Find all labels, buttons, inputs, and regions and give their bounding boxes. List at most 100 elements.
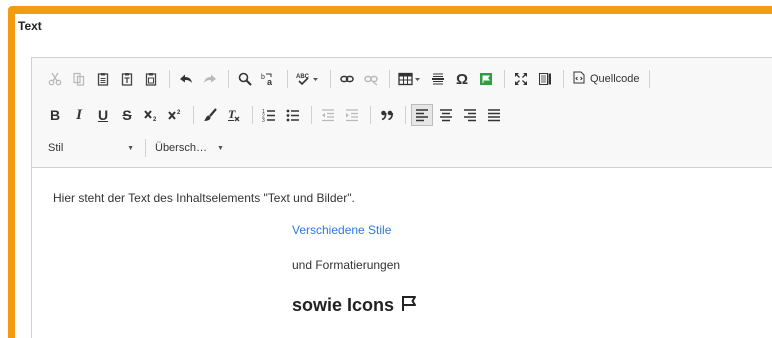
chevron-down-icon: ▼ — [127, 144, 134, 152]
underline-icon: U — [97, 107, 109, 123]
editor-content[interactable]: Hier steht der Text des Inhaltselements … — [32, 168, 772, 338]
horizontal-rule-button[interactable] — [427, 68, 449, 90]
strikethrough-icon: S — [122, 107, 132, 123]
bold-icon: B — [49, 107, 61, 123]
svg-text:b: b — [261, 74, 265, 81]
maximize-button[interactable] — [510, 68, 532, 90]
replace-button[interactable]: ba — [258, 68, 280, 90]
link-button[interactable] — [336, 68, 358, 90]
superscript-icon: 2 — [168, 108, 182, 122]
numbered-list-icon: 123 — [262, 108, 276, 122]
style-dropdown-label: Stil — [48, 142, 64, 154]
blockquote-icon — [380, 108, 394, 122]
style-dropdown[interactable]: Stil ▼ — [44, 137, 140, 159]
align-center-icon — [439, 108, 453, 122]
numbered-list-button[interactable]: 123 — [258, 104, 280, 126]
source-button-label: Quellcode — [590, 73, 640, 85]
toolbar-separator — [563, 70, 564, 88]
rich-text-editor: ba ABC Ω Quellcode B I U S 2 2 T 1 2 3 S… — [31, 57, 772, 338]
redo-icon — [203, 72, 217, 86]
svg-text:T: T — [228, 108, 236, 121]
outdent-icon — [321, 108, 335, 122]
toolbar-row-1: ba ABC Ω Quellcode — [44, 67, 655, 91]
toolbar-separator — [311, 106, 312, 124]
paste-word-button[interactable] — [140, 68, 162, 90]
align-justify-icon — [487, 108, 501, 122]
undo-button[interactable] — [175, 68, 197, 90]
spellcheck-button[interactable]: ABC — [293, 68, 323, 90]
panel-title: Text — [18, 19, 42, 33]
find-button[interactable] — [234, 68, 256, 90]
redo-button[interactable] — [199, 68, 221, 90]
cut-button[interactable] — [44, 68, 66, 90]
table-button[interactable] — [395, 68, 425, 90]
search-icon — [238, 72, 252, 86]
toolbar-separator — [389, 70, 390, 88]
horizontal-rule-icon — [431, 72, 445, 86]
toolbar-separator — [145, 139, 146, 157]
clipboard-word-icon — [144, 72, 158, 86]
editor-toolbar: ba ABC Ω Quellcode B I U S 2 2 T 1 2 3 S… — [32, 58, 772, 168]
copy-icon — [72, 72, 86, 86]
superscript-button[interactable]: 2 — [164, 104, 186, 126]
toolbar-row-3: Stil ▼ Übersch… ▼ — [44, 136, 230, 160]
outdent-button[interactable] — [317, 104, 339, 126]
bulleted-list-button[interactable] — [282, 104, 304, 126]
scissors-icon — [48, 72, 62, 86]
copy-format-button[interactable] — [199, 104, 221, 126]
heading-dropdown[interactable]: Übersch… ▼ — [151, 137, 230, 159]
content-heading: sowie Icons — [292, 294, 418, 317]
bold-button[interactable]: B — [44, 104, 66, 126]
toolbar-separator — [252, 106, 253, 124]
blockquote-button[interactable] — [376, 104, 398, 126]
svg-text:a: a — [267, 77, 273, 86]
indent-icon — [345, 108, 359, 122]
content-paragraph: und Formatierungen — [292, 258, 401, 272]
table-icon — [398, 72, 422, 86]
italic-button[interactable]: I — [68, 104, 90, 126]
unlink-icon — [364, 72, 378, 86]
clipboard-text-icon — [120, 72, 134, 86]
unlink-button[interactable] — [360, 68, 382, 90]
flag-icon — [400, 294, 418, 317]
toolbar-separator — [330, 70, 331, 88]
source-code-icon — [573, 71, 585, 87]
clear-format-icon: T — [227, 108, 241, 122]
toolbar-separator — [228, 70, 229, 88]
link-icon — [340, 72, 354, 86]
bulleted-list-icon — [286, 108, 300, 122]
strikethrough-button[interactable]: S — [116, 104, 138, 126]
underline-button[interactable]: U — [92, 104, 114, 126]
special-char-button[interactable]: Ω — [451, 68, 473, 90]
toolbar-separator — [504, 70, 505, 88]
icon-insert-button[interactable] — [475, 68, 497, 90]
paste-button[interactable] — [92, 68, 114, 90]
paste-text-button[interactable] — [116, 68, 138, 90]
align-justify-button[interactable] — [483, 104, 505, 126]
subscript-button[interactable]: 2 — [140, 104, 162, 126]
toolbar-separator — [370, 106, 371, 124]
clipboard-icon — [96, 72, 110, 86]
content-paragraph: Hier steht der Text des Inhaltselements … — [53, 191, 355, 205]
chevron-down-icon: ▼ — [216, 144, 224, 152]
content-heading-text: sowie Icons — [292, 295, 395, 315]
toolbar-separator — [405, 106, 406, 124]
align-right-button[interactable] — [459, 104, 481, 126]
replace-icon: ba — [261, 72, 277, 86]
subscript-icon: 2 — [144, 108, 158, 122]
show-blocks-button[interactable] — [534, 68, 556, 90]
align-left-icon — [415, 108, 429, 122]
align-center-button[interactable] — [435, 104, 457, 126]
remove-format-button[interactable]: T — [223, 104, 245, 126]
align-right-icon — [463, 108, 477, 122]
svg-text:2: 2 — [177, 110, 181, 116]
source-button[interactable]: Quellcode — [569, 68, 644, 90]
undo-icon — [179, 72, 193, 86]
indent-button[interactable] — [341, 104, 363, 126]
omega-icon: Ω — [455, 70, 469, 88]
align-left-button[interactable] — [411, 104, 433, 126]
copy-button[interactable] — [68, 68, 90, 90]
spellcheck-icon: ABC — [296, 72, 320, 86]
flag-icon — [479, 72, 493, 86]
svg-text:2: 2 — [153, 117, 157, 122]
